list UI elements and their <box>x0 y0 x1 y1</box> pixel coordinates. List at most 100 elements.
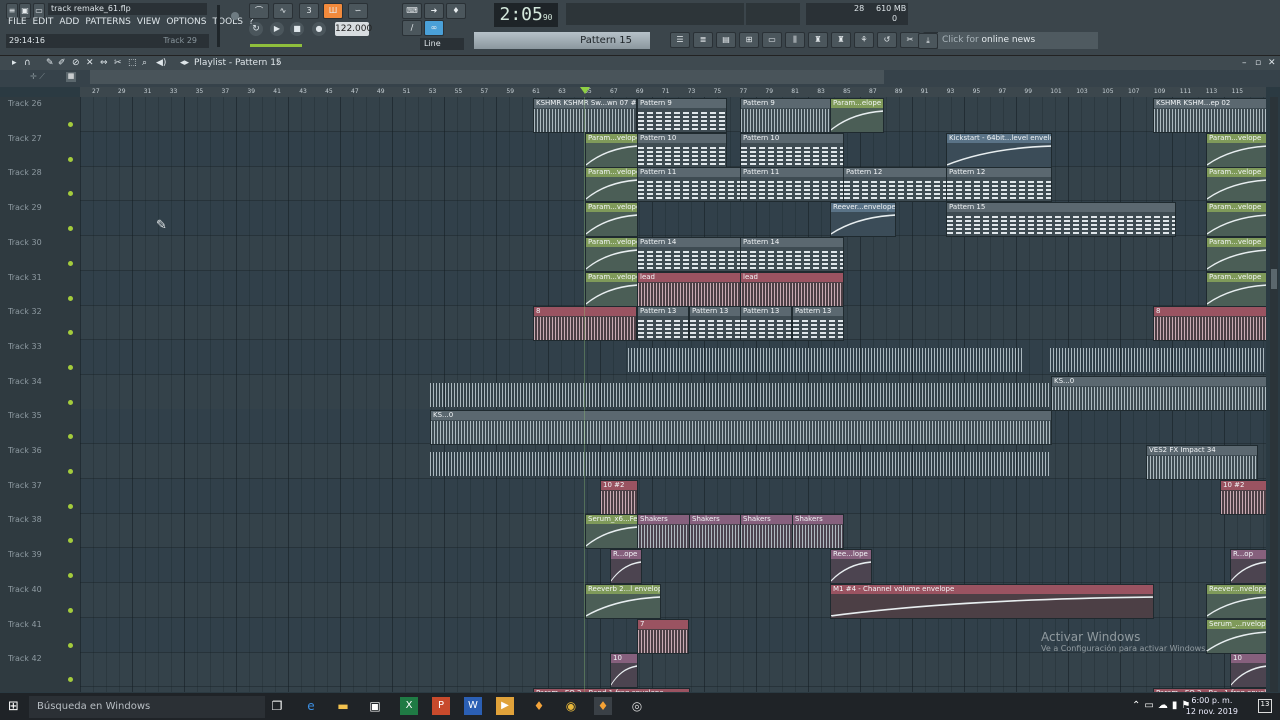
track-mute-led[interactable] <box>68 503 73 509</box>
powerpoint-icon[interactable]: P <box>432 697 450 715</box>
arrow-icon[interactable]: ➜ <box>424 3 444 19</box>
playback-tool-icon[interactable]: ◀) <box>156 56 166 70</box>
magnet-icon[interactable]: ∩ <box>24 56 31 70</box>
chrome-icon[interactable]: ◉ <box>562 697 580 715</box>
track-name[interactable]: Track 42 <box>8 654 42 663</box>
slice-tool-icon[interactable]: ✂ <box>114 56 122 70</box>
track-name[interactable]: Track 40 <box>8 585 42 594</box>
menu-options[interactable]: OPTIONS <box>166 17 206 27</box>
track-name[interactable]: Track 41 <box>8 620 42 629</box>
track-mute-led[interactable] <box>68 607 73 613</box>
track-mute-led[interactable] <box>68 226 73 232</box>
typing-keyboard-icon[interactable]: ⌨ <box>402 3 422 19</box>
menu-add[interactable]: ADD <box>59 17 79 27</box>
download-icon[interactable]: ⤓ <box>918 33 938 49</box>
close-icon[interactable]: ✕ <box>1268 56 1276 70</box>
snap-select[interactable]: Line <box>420 38 464 50</box>
playlist-clip[interactable]: Reever...envelope <box>830 202 896 238</box>
tools-icon[interactable]: ✂ <box>900 32 920 48</box>
tempo-display[interactable]: 122.000 <box>335 22 372 36</box>
track-name[interactable]: Track 39 <box>8 550 42 559</box>
store-icon[interactable]: ▣ <box>366 697 384 715</box>
track-name[interactable]: Track 35 <box>8 411 42 420</box>
playlist-clip[interactable]: Param...velope <box>1206 132 1266 168</box>
playlist-clip[interactable]: Pattern 11 <box>740 167 844 203</box>
track-lane[interactable] <box>80 478 1266 514</box>
playlist-clip[interactable]: KSHMR KSHM...ep 02 <box>1153 98 1266 133</box>
playlist-menu-arrow-icon[interactable]: › <box>276 56 280 70</box>
taskbar-clock[interactable]: 6:00 p. m. 12 nov. 2019 <box>1186 695 1238 717</box>
playlist-clip[interactable]: VES2 FX Impact 34 <box>1146 445 1258 480</box>
playlist-clip[interactable]: Serum_x6...Fer <box>585 514 638 550</box>
master-pitch-knob[interactable] <box>231 12 239 20</box>
playlist-clip[interactable]: Pattern 13 <box>792 306 844 342</box>
playlist-clip[interactable]: Param...EQ 2 - Band 1 freq envelope <box>533 687 690 692</box>
edge-icon[interactable]: e <box>302 697 320 715</box>
track-lane[interactable] <box>80 548 1266 584</box>
track-mute-led[interactable] <box>68 573 73 579</box>
browser-icon[interactable]: ⊞ <box>739 32 759 48</box>
playlist-clip[interactable]: Pattern 15 <box>946 202 1176 238</box>
stamp-icon[interactable]: ⚘ <box>854 32 874 48</box>
audio-waveform-strip[interactable] <box>430 452 1050 476</box>
track-name[interactable]: Track 36 <box>8 446 42 455</box>
playlist-clip[interactable]: Ree...lope <box>830 549 872 585</box>
playlist-clip[interactable]: Kickstart - 64bit...level envelope <box>946 132 1052 168</box>
playlist-clip[interactable]: Shakers <box>689 514 743 550</box>
playlist-clip[interactable]: KS...0 <box>430 410 1052 446</box>
track-mute-led[interactable] <box>68 642 73 648</box>
audio-waveform-strip[interactable] <box>430 382 1050 407</box>
zoom-cross-icon[interactable]: ✛ ⟋ <box>30 72 60 82</box>
file-explorer-icon[interactable]: ▬ <box>334 697 352 715</box>
app-icon[interactable]: ◎ <box>628 697 646 715</box>
track-name[interactable]: Track 29 <box>8 203 42 212</box>
playlist-clip[interactable]: Pattern 9 <box>637 98 727 133</box>
playlist-clip[interactable]: Param...velope <box>585 167 638 203</box>
track-mute-led[interactable] <box>68 191 73 197</box>
undo-history-icon[interactable]: ↺ <box>877 32 897 48</box>
pattern-selector[interactable]: Pattern 15 <box>474 32 650 49</box>
master-pitch-slider[interactable] <box>250 44 302 47</box>
playlist-arrow-icon[interactable]: ▸ <box>12 56 17 70</box>
select-tool-icon[interactable]: ⬚ <box>128 56 137 70</box>
menu-file[interactable]: FILE <box>8 17 27 27</box>
snap-magnet-icon[interactable]: ∕ <box>402 20 422 36</box>
mixer-icon[interactable]: ⫼ <box>785 32 805 48</box>
minimize-icon[interactable]: – <box>1242 56 1247 70</box>
playlist-clip[interactable]: KS...0 <box>1051 375 1266 411</box>
track-name[interactable]: Track 33 <box>8 342 42 351</box>
playlist-clip[interactable]: Param...velope <box>1206 271 1266 307</box>
playlist-clip[interactable]: Pattern 13 <box>689 306 741 342</box>
playlist-clip[interactable]: 8 <box>533 306 637 342</box>
playlist-clip[interactable]: 10 #2 <box>600 479 638 515</box>
online-news[interactable]: Click for online news <box>938 32 1098 49</box>
playlist-clip[interactable]: Pattern 13 <box>740 306 792 342</box>
playlist-clip[interactable]: Shakers <box>740 514 794 550</box>
track-mute-led[interactable] <box>68 469 73 474</box>
word-icon[interactable]: W <box>464 697 482 715</box>
playlist-clip[interactable]: Reeverb 2...l envelope <box>585 583 661 619</box>
vertical-scrollbar[interactable] <box>1270 97 1278 692</box>
track-mute-led[interactable] <box>68 330 73 336</box>
timeline-ruler[interactable]: 27 29 31 33 35 37 39 41 43 45 47 49 51 53 55 57 59 61 63 65… <box>80 87 1266 97</box>
zoom-tool-icon[interactable]: ⌕ <box>142 56 147 70</box>
step-edit-icon[interactable]: Ш <box>323 3 343 19</box>
playlist-clip[interactable]: Reever...nvelope <box>1206 583 1266 619</box>
playlist-clip[interactable]: 10 <box>1230 653 1266 689</box>
excel-icon[interactable]: X <box>400 697 418 715</box>
playlist-clip[interactable]: 10 <box>610 653 638 689</box>
playlist-clip[interactable]: Pattern 11 <box>637 167 741 203</box>
track-lane[interactable] <box>80 652 1266 688</box>
track-name[interactable]: Track 38 <box>8 515 42 524</box>
grid-toggle-icon[interactable]: ▦ <box>66 72 76 82</box>
playlist-clip[interactable]: R...ope <box>610 549 642 585</box>
playlist-clip[interactable]: M1 #4 - Channel volume envelope <box>830 583 1154 619</box>
windows-start-icon[interactable]: ⊞ <box>8 699 19 714</box>
playlist-clip[interactable]: Pattern 14 <box>637 236 741 272</box>
record-button[interactable]: ● <box>312 22 326 36</box>
track-name[interactable]: Track 27 <box>8 134 42 143</box>
playlist-clip[interactable]: Param...velope <box>585 132 638 168</box>
task-view-icon[interactable]: ❐ <box>268 697 286 715</box>
recording-filter-icon[interactable]: ♦ <box>446 3 466 19</box>
track-name[interactable]: Track 26 <box>8 99 42 108</box>
